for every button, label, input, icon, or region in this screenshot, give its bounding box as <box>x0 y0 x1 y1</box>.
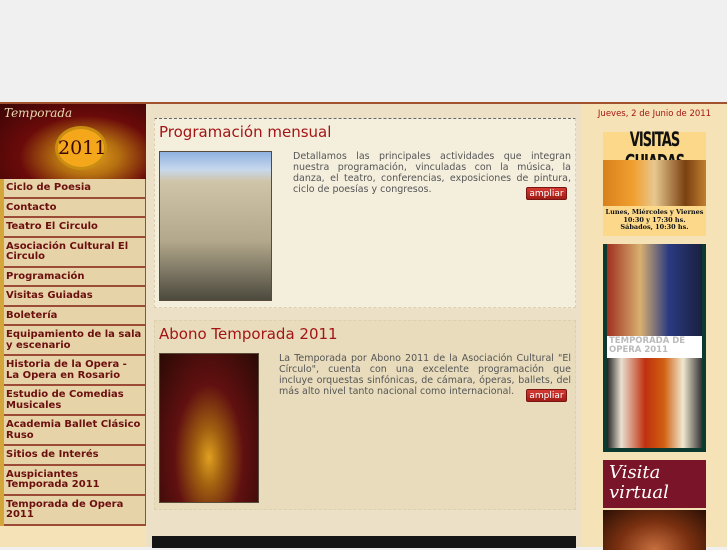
top-blank-area <box>0 0 727 102</box>
visita-virtual-image[interactable] <box>603 510 706 550</box>
sidebar-nav: Ciclo de Poesia Contacto Teatro El Circu… <box>0 179 146 526</box>
visitas-guiadas-banner[interactable]: VISITAS GUIADAS Lunes, Miércoles y Viern… <box>603 130 706 236</box>
nav-historia-opera[interactable]: Historia de la Opera - La Opera en Rosar… <box>4 356 146 386</box>
logo-year: 2011 <box>55 126 107 170</box>
abono-section: Abono Temporada 2011 La Temporada por Ab… <box>154 320 576 510</box>
opera-banner-title: TEMPORADA DE OPERA 2011 <box>607 336 702 358</box>
visita-virtual-banner[interactable]: Visita virtual <box>603 460 706 508</box>
programacion-section: Programación mensual Detallamos las prin… <box>154 118 576 308</box>
nav-programacion[interactable]: Programación <box>4 267 146 287</box>
main-content: Programación mensual Detallamos las prin… <box>146 104 582 548</box>
banner-schedule: Lunes, Miércoles y Viernes 10:30 y 17:30… <box>603 208 706 232</box>
right-sidebar: Jueves, 2 de Junio de 2011 VISITAS GUIAD… <box>582 104 727 550</box>
page-wrapper: Temporada 2011 Ciclo de Poesia Contacto … <box>0 102 727 550</box>
nav-temporada-opera[interactable]: Temporada de Opera 2011 <box>4 495 146 526</box>
logo-script: Temporada <box>4 106 73 120</box>
temporada-2011-image[interactable] <box>159 353 259 503</box>
ampliar-button[interactable]: ampliar <box>526 187 567 200</box>
opera-photos-bottom <box>607 358 702 448</box>
banner-image <box>603 160 706 206</box>
current-date: Jueves, 2 de Junio de 2011 <box>597 109 712 119</box>
nav-ciclo-de-poesia[interactable]: Ciclo de Poesia <box>4 179 146 199</box>
opera-photos-top <box>607 244 702 336</box>
temporada-opera-banner[interactable]: TEMPORADA DE OPERA 2011 <box>603 244 706 452</box>
nav-academia-ballet[interactable]: Academia Ballet Clásico Ruso <box>4 416 146 446</box>
nav-auspiciantes[interactable]: Auspiciantes Temporada 2011 <box>4 465 146 496</box>
temporada-2011-logo[interactable]: Temporada 2011 <box>0 104 146 179</box>
ampliar-button[interactable]: ampliar <box>526 389 567 402</box>
nav-visitas-guiadas[interactable]: Visitas Guiadas <box>4 287 146 307</box>
schedule-line: Sábados, 10:30 hs. <box>620 223 689 231</box>
nav-contacto[interactable]: Contacto <box>4 198 146 218</box>
nav-equipamiento[interactable]: Equipamiento de la sala y escenario <box>4 326 146 356</box>
nav-asociacion-cultural[interactable]: Asociación Cultural El Circulo <box>4 237 146 268</box>
section-title[interactable]: Abono Temporada 2011 <box>159 325 338 343</box>
nav-sitios-interes[interactable]: Sitios de Interés <box>4 446 146 466</box>
left-sidebar: Temporada 2011 Ciclo de Poesia Contacto … <box>0 104 146 547</box>
dark-banner <box>152 536 576 548</box>
theatre-building-image[interactable] <box>159 151 272 301</box>
nav-boleteria[interactable]: Boletería <box>4 306 146 326</box>
section-title[interactable]: Programación mensual <box>159 123 331 141</box>
nav-estudio-comedias[interactable]: Estudio de Comedias Musicales <box>4 386 146 416</box>
nav-teatro-el-circulo[interactable]: Teatro El Circulo <box>4 218 146 238</box>
